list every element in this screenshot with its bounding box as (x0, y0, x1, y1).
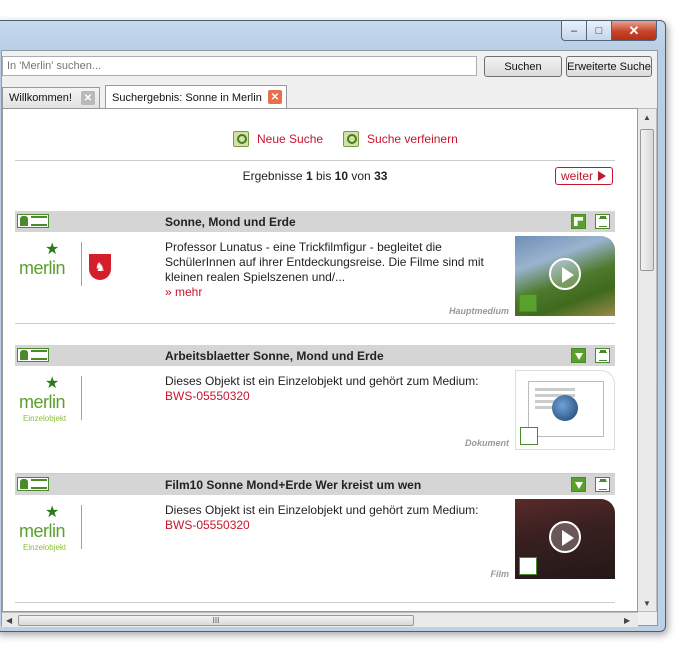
pager-of: von (351, 169, 371, 183)
tab-search-result[interactable]: Suchergebnis: Sonne in Merlin ✕ (105, 85, 287, 109)
logo-word: merlin (19, 392, 66, 412)
tab-welcome[interactable]: Willkommen! ✕ (2, 87, 100, 108)
advanced-search-button[interactable]: Erweiterte Suche (566, 56, 652, 77)
medium-label: Film (490, 569, 509, 579)
result-body: ★ merlin Einzelobjekt Dieses Objekt ist … (15, 366, 615, 474)
globe-icon (552, 395, 578, 421)
result-description: Dieses Objekt ist ein Einzelobjekt und g… (165, 374, 505, 404)
search-button[interactable]: Suchen (484, 56, 562, 77)
media-icon[interactable] (571, 214, 586, 229)
result-header: Film10 Sonne Mond+Erde Wer kreist um wen (15, 474, 615, 495)
result-body: ★ merlin Einzelobjekt Dieses Objekt ist … (15, 495, 615, 603)
lower-saxony-crest-icon: ♞ (89, 254, 111, 280)
result-description: Dieses Objekt ist ein Einzelobjekt und g… (165, 503, 505, 533)
tab-close-icon[interactable]: ✕ (268, 90, 282, 104)
result-item: Film10 Sonne Mond+Erde Wer kreist um wen… (15, 474, 615, 603)
result-item: Sonne, Mond und Erde ★ merlin ♞ Professo… (15, 211, 615, 324)
user-card-icon (17, 348, 49, 362)
medium-link[interactable]: BWS-05550320 (165, 518, 250, 532)
play-icon[interactable] (549, 258, 581, 290)
more-link[interactable]: » mehr (165, 285, 202, 299)
pager-text: Ergebnisse 1 bis 10 von 33 (15, 169, 615, 183)
pager-to: 10 (334, 169, 349, 183)
logo-divider (81, 505, 82, 549)
pager-from: 1 (305, 169, 313, 183)
search-input[interactable] (2, 56, 477, 76)
scroll-up-icon[interactable]: ▲ (643, 113, 651, 122)
result-title[interactable]: Film10 Sonne Mond+Erde Wer kreist um wen (165, 478, 421, 492)
medium-link[interactable]: BWS-05550320 (165, 389, 250, 403)
video-thumbnail[interactable] (515, 499, 615, 579)
document-thumbnail[interactable] (515, 370, 615, 450)
divider (15, 160, 615, 161)
application-window: – □ ✕ Suchen Erweiterte Suche Willkommen… (0, 20, 666, 632)
refine-search-label: Suche verfeinern (367, 132, 458, 146)
result-body: ★ merlin ♞ Professor Lunatus - eine Tric… (15, 232, 615, 324)
result-item: Arbeitsblaetter Sonne, Mond und Erde ★ m… (15, 345, 615, 474)
video-thumbnail[interactable] (515, 236, 615, 316)
new-search-label: Neue Suche (257, 132, 324, 146)
logo-divider (81, 242, 82, 286)
result-description: Professor Lunatus - eine Trickfilmfigur … (165, 240, 505, 300)
next-page-button[interactable]: weiter (555, 167, 613, 185)
play-icon[interactable] (549, 521, 581, 553)
star-icon: ★ (45, 375, 60, 392)
scroll-left-icon[interactable]: ◀ (6, 616, 12, 625)
scroll-down-icon[interactable]: ▼ (643, 599, 651, 608)
document-icon[interactable] (595, 214, 610, 229)
user-card-icon (17, 214, 49, 228)
merlin-logo: ★ merlin Einzelobjekt (15, 504, 83, 552)
logo-subtitle: Einzelobjekt (23, 414, 67, 423)
magnifier-icon (343, 131, 360, 147)
document-icon[interactable] (595, 348, 610, 363)
scroll-right-icon[interactable]: ▶ (624, 616, 630, 625)
document-badge-icon (520, 427, 538, 445)
media-badge-icon (519, 294, 537, 312)
description-text: Dieses Objekt ist ein Einzelobjekt und g… (165, 374, 479, 388)
logo-word: merlin (19, 521, 66, 541)
user-card-icon (17, 477, 49, 491)
minimize-button[interactable]: – (561, 21, 587, 41)
result-header: Arbeitsblaetter Sonne, Mond und Erde (15, 345, 615, 366)
maximize-button[interactable]: □ (586, 21, 612, 41)
tab-label: Willkommen! (9, 92, 72, 104)
horizontal-scrollbar[interactable]: ◀ III ▶ (2, 612, 638, 627)
document-icon[interactable] (595, 477, 610, 492)
search-actions: Neue Suche Suche verfeinern (233, 131, 458, 147)
tab-label: Suchergebnis: Sonne in Merlin (112, 91, 262, 104)
tab-close-icon[interactable]: ✕ (81, 91, 95, 105)
medium-label: Hauptmedium (448, 306, 509, 316)
vertical-scroll-thumb[interactable] (640, 129, 654, 271)
horizontal-scroll-thumb[interactable]: III (18, 615, 414, 626)
pager-prefix: Ergebnisse (242, 169, 303, 183)
logo-word: merlin (19, 258, 66, 278)
result-title[interactable]: Sonne, Mond und Erde (165, 215, 296, 229)
star-icon: ★ (45, 241, 60, 258)
logo-subtitle: Einzelobjekt (23, 543, 67, 552)
window-client-area: Suchen Erweiterte Suche Willkommen! ✕ Su… (1, 50, 658, 627)
magnifier-icon (233, 131, 249, 147)
download-icon[interactable] (571, 477, 586, 492)
divider (15, 602, 615, 603)
medium-label: Dokument (464, 438, 509, 448)
close-button[interactable]: ✕ (611, 21, 657, 41)
pager-total: 33 (374, 169, 388, 183)
divider (15, 323, 615, 324)
result-title[interactable]: Arbeitsblaetter Sonne, Mond und Erde (165, 349, 384, 363)
merlin-logo: ★ merlin Einzelobjekt (15, 375, 83, 423)
vertical-scrollbar[interactable]: ▲ ▼ (638, 108, 657, 612)
results-panel: Neue Suche Suche verfeinern Ergebnisse 1… (2, 108, 638, 612)
description-text: Professor Lunatus - eine Trickfilmfigur … (165, 240, 484, 284)
refine-search-link[interactable]: Suche verfeinern (343, 131, 458, 147)
logo-divider (81, 376, 82, 420)
star-icon: ★ (45, 504, 60, 521)
result-header: Sonne, Mond und Erde (15, 211, 615, 232)
film-badge-icon (519, 557, 537, 575)
new-search-link[interactable]: Neue Suche (233, 131, 323, 147)
merlin-logo: ★ merlin ♞ (15, 241, 111, 288)
description-text: Dieses Objekt ist ein Einzelobjekt und g… (165, 503, 479, 517)
download-icon[interactable] (571, 348, 586, 363)
pager-mid: bis (315, 169, 332, 183)
